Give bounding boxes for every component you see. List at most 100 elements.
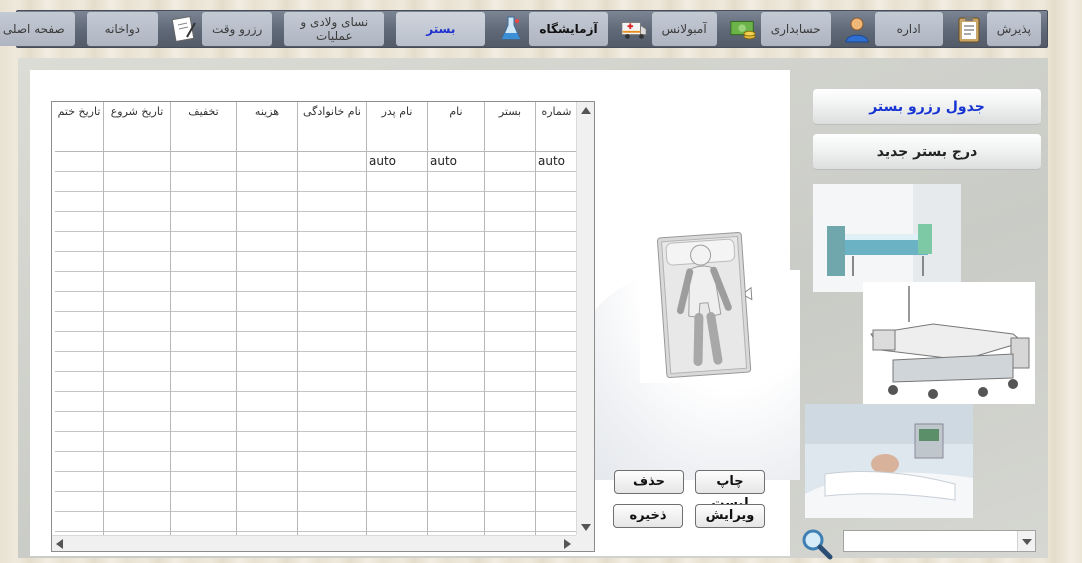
print-list-button[interactable]: چاپ لیست (695, 470, 765, 511)
table-cell[interactable] (55, 412, 103, 432)
table-cell[interactable] (298, 152, 366, 172)
table-cell[interactable] (428, 252, 484, 272)
scroll-left-arrow-icon[interactable] (56, 539, 63, 549)
nav-item-administration[interactable]: اداره (837, 12, 949, 46)
table-cell[interactable] (536, 392, 577, 412)
table-cell[interactable] (171, 412, 236, 432)
table-cell[interactable] (536, 192, 577, 212)
table-cell[interactable] (237, 192, 297, 212)
table-cell[interactable] (237, 492, 297, 512)
table-cell[interactable] (104, 512, 170, 532)
table-cell[interactable] (428, 212, 484, 232)
table-cell[interactable] (428, 352, 484, 372)
table-cell[interactable] (536, 332, 577, 352)
table-cell[interactable] (428, 412, 484, 432)
table-cell[interactable] (171, 372, 236, 392)
table-cell[interactable] (428, 492, 484, 512)
nav-item-pharmacy[interactable]: دواخانه (81, 12, 164, 46)
table-cell[interactable] (237, 292, 297, 312)
table-cell[interactable] (171, 392, 236, 412)
chevron-down-icon[interactable] (1017, 531, 1035, 551)
table-cell[interactable] (237, 312, 297, 332)
table-cell[interactable] (428, 172, 484, 192)
table-cell[interactable] (298, 412, 366, 432)
table-cell[interactable] (428, 392, 484, 412)
table-cell[interactable] (237, 432, 297, 452)
table-cell[interactable] (428, 292, 484, 312)
table-cell[interactable] (298, 252, 366, 272)
column-header[interactable]: هزینه (237, 102, 297, 152)
table-cell[interactable] (485, 512, 535, 532)
table-cell[interactable] (171, 352, 236, 372)
table-cell[interactable] (298, 492, 366, 512)
table-cell[interactable] (428, 272, 484, 292)
table-cell[interactable] (171, 252, 236, 272)
table-cell[interactable] (367, 472, 427, 492)
table-cell[interactable] (428, 192, 484, 212)
table-cell[interactable] (367, 412, 427, 432)
table-cell[interactable] (171, 172, 236, 192)
table-cell[interactable] (428, 372, 484, 392)
table-cell[interactable] (428, 432, 484, 452)
table-cell[interactable] (298, 192, 366, 212)
table-cell[interactable] (367, 352, 427, 372)
table-cell[interactable] (171, 212, 236, 232)
table-cell[interactable] (171, 472, 236, 492)
column-header[interactable]: نام پدر (367, 102, 427, 152)
table-cell[interactable] (367, 172, 427, 192)
table-cell[interactable] (171, 312, 236, 332)
table-cell[interactable] (536, 432, 577, 452)
table-cell[interactable] (536, 412, 577, 432)
table-cell[interactable] (485, 452, 535, 472)
table-cell[interactable] (104, 412, 170, 432)
column-header[interactable]: تخفیف (171, 102, 236, 152)
table-cell[interactable]: auto (536, 152, 577, 172)
table-cell[interactable] (237, 152, 297, 172)
table-cell[interactable] (536, 232, 577, 252)
column-header[interactable]: نام (428, 102, 484, 152)
table-cell[interactable] (237, 272, 297, 292)
table-cell[interactable] (485, 472, 535, 492)
table-cell[interactable] (428, 332, 484, 352)
table-cell[interactable] (104, 392, 170, 412)
table-cell[interactable] (104, 272, 170, 292)
table-cell[interactable] (104, 312, 170, 332)
table-cell[interactable] (55, 232, 103, 252)
table-cell[interactable] (367, 492, 427, 512)
table-cell[interactable] (298, 512, 366, 532)
table-cell[interactable] (367, 252, 427, 272)
column-header[interactable]: تاریخ شروع (104, 102, 170, 152)
table-cell[interactable] (104, 192, 170, 212)
table-cell[interactable] (298, 312, 366, 332)
table-cell[interactable] (485, 492, 535, 512)
table-cell[interactable] (367, 452, 427, 472)
table-cell[interactable] (367, 192, 427, 212)
table-cell[interactable] (536, 292, 577, 312)
table-cell[interactable] (485, 272, 535, 292)
table-cell[interactable] (104, 352, 170, 372)
table-cell[interactable] (298, 212, 366, 232)
table-cell[interactable] (485, 232, 535, 252)
table-cell[interactable] (55, 352, 103, 372)
table-cell[interactable] (536, 312, 577, 332)
column-header[interactable]: تاریخ ختم (55, 102, 103, 152)
table-cell[interactable] (55, 152, 103, 172)
table-cell[interactable] (171, 452, 236, 472)
table-cell[interactable] (367, 232, 427, 252)
table-cell[interactable] (237, 332, 297, 352)
table-cell[interactable] (367, 432, 427, 452)
table-cell[interactable] (428, 472, 484, 492)
table-cell[interactable] (298, 432, 366, 452)
table-cell[interactable]: auto (428, 152, 484, 172)
scroll-right-arrow-icon[interactable] (564, 539, 571, 549)
table-cell[interactable] (536, 172, 577, 192)
table-cell[interactable] (104, 172, 170, 192)
table-cell[interactable] (428, 512, 484, 532)
search-icon[interactable] (801, 528, 833, 560)
table-cell[interactable] (536, 492, 577, 512)
table-cell[interactable] (367, 372, 427, 392)
scroll-down-arrow-icon[interactable] (581, 524, 591, 531)
table-cell[interactable] (171, 272, 236, 292)
table-cell[interactable] (536, 452, 577, 472)
nav-item-laboratory[interactable]: آزمایشگاه (491, 12, 613, 46)
